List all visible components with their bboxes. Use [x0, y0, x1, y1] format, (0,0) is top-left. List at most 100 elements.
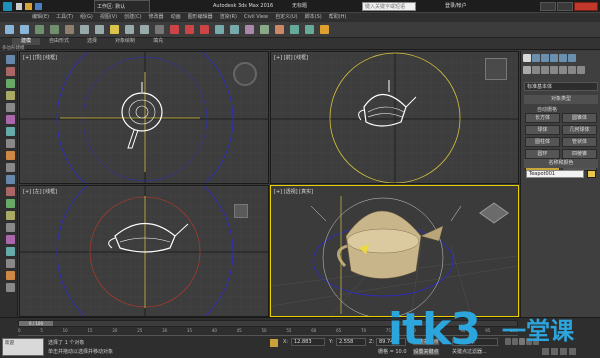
select-rotate-icon[interactable] [125, 25, 134, 34]
viewport-front-label[interactable]: [+] [前] [线框] [274, 54, 308, 61]
pan-icon[interactable] [551, 348, 558, 355]
systems-icon[interactable] [577, 66, 585, 74]
bind-spacewarp-icon[interactable] [65, 25, 74, 34]
object-name-input[interactable]: Teapot001 [526, 170, 584, 178]
menu-item-1[interactable]: 工具(T) [54, 13, 75, 22]
maxscript-listener[interactable]: 欢迎 [2, 338, 44, 356]
viewport-front[interactable]: [+] [前] [线框] [270, 51, 519, 184]
ribbon-tab-0[interactable]: 建模 [12, 38, 41, 45]
tool-1-icon[interactable] [6, 55, 15, 64]
viewcube-top[interactable] [233, 62, 257, 86]
tool-9-icon[interactable] [6, 151, 15, 160]
viewcube-front[interactable] [485, 58, 507, 80]
primitive-button-3[interactable]: 几何球体 [562, 125, 597, 135]
primitive-button-1[interactable]: 圆锥体 [562, 113, 597, 123]
qat-new-icon[interactable] [16, 3, 22, 10]
display-tab-icon[interactable] [559, 54, 567, 62]
tool-13-icon[interactable] [6, 199, 15, 208]
viewport-top-label[interactable]: [+] [顶] [线框] [23, 54, 57, 61]
primitive-button-2[interactable]: 球体 [525, 125, 560, 135]
rollout-object-type-header[interactable]: 对象类型 [524, 95, 598, 104]
menu-item-12[interactable]: 帮助(H) [327, 13, 349, 22]
tool-10-icon[interactable] [6, 163, 15, 172]
menu-item-7[interactable]: 图形编辑器 [186, 13, 215, 22]
menu-item-8[interactable]: 渲染(R) [218, 13, 239, 22]
unlink-icon[interactable] [50, 25, 59, 34]
user-login[interactable]: 登录/帐户 [445, 0, 480, 13]
ribbon-tab-1[interactable]: 自由形式 [40, 38, 78, 45]
viewport-perspective[interactable]: [+] [透视] [真实] [270, 185, 519, 317]
maximize-viewport-icon[interactable] [569, 348, 576, 355]
menu-item-2[interactable]: 组(G) [78, 13, 95, 22]
tool-7-icon[interactable] [6, 127, 15, 136]
hierarchy-tab-icon[interactable] [541, 54, 549, 62]
primitive-button-5[interactable]: 管状体 [562, 137, 597, 147]
primitive-button-4[interactable]: 圆柱体 [525, 137, 560, 147]
curve-editor-icon[interactable] [260, 25, 269, 34]
zoom-icon[interactable] [542, 348, 549, 355]
coord-x-field[interactable]: 12.883 [291, 338, 325, 346]
menu-item-4[interactable]: 创建(C) [122, 13, 143, 22]
select-move-icon[interactable] [110, 25, 119, 34]
viewport-left[interactable]: [+] [左] [线框] [19, 185, 269, 317]
select-region-icon[interactable] [95, 25, 104, 34]
coord-y-field[interactable]: 2.558 [336, 338, 366, 346]
minimize-button[interactable] [540, 2, 556, 11]
mirror-icon[interactable] [215, 25, 224, 34]
tool-16-icon[interactable] [6, 235, 15, 244]
layer-manager-icon[interactable] [245, 25, 254, 34]
time-slider-thumb[interactable]: 0 / 100 [19, 321, 53, 326]
workspace-selector[interactable]: 工作区: 默认 [94, 0, 150, 13]
menu-item-9[interactable]: Civil View [242, 13, 270, 22]
render-frame-icon[interactable] [305, 25, 314, 34]
tool-15-icon[interactable] [6, 223, 15, 232]
primitive-button-0[interactable]: 长方体 [525, 113, 560, 123]
utilities-tab-icon[interactable] [568, 54, 576, 62]
undo-icon[interactable] [5, 25, 14, 34]
geometry-icon[interactable] [523, 66, 531, 74]
ribbon-tab-4[interactable]: 填充 [144, 38, 172, 45]
redo-icon[interactable] [20, 25, 29, 34]
cameras-icon[interactable] [550, 66, 558, 74]
object-color-swatch[interactable] [587, 170, 596, 178]
select-scale-icon[interactable] [140, 25, 149, 34]
select-link-icon[interactable] [35, 25, 44, 34]
percent-snap-icon[interactable] [200, 25, 209, 34]
create-tab-icon[interactable] [523, 54, 531, 62]
menu-item-10[interactable]: 自定义(U) [273, 13, 300, 22]
menu-item-6[interactable]: 动画 [169, 13, 183, 22]
qat-save-icon[interactable] [35, 3, 42, 10]
rollout-name-color-header[interactable]: 名称和颜色 [524, 159, 598, 168]
app-logo-icon[interactable] [3, 2, 12, 11]
viewport-perspective-label[interactable]: [+] [透视] [真实] [274, 188, 313, 195]
autogrid-checkbox[interactable]: 自动栅格 [537, 106, 557, 113]
maximize-button[interactable] [557, 2, 573, 11]
snap-toggle-icon[interactable] [170, 25, 179, 34]
viewport-left-label[interactable]: [+] [左] [线框] [23, 188, 57, 195]
close-button[interactable] [574, 2, 598, 11]
primitive-button-6[interactable]: 圆环 [525, 149, 560, 159]
tool-12-icon[interactable] [6, 187, 15, 196]
motion-tab-icon[interactable] [550, 54, 558, 62]
angle-snap-icon[interactable] [185, 25, 194, 34]
ribbon-tab-3[interactable]: 对象绘制 [106, 38, 144, 45]
menu-item-11[interactable]: 脚本(S) [303, 13, 324, 22]
primitive-type-dropdown[interactable]: 标准基本体 [524, 82, 598, 91]
primitive-button-7[interactable]: 四棱锥 [562, 149, 597, 159]
material-editor-icon[interactable] [275, 25, 284, 34]
lock-selection-icon[interactable] [270, 339, 278, 347]
viewport-top[interactable]: [+] [顶] [线框] [19, 51, 269, 184]
qat-open-icon[interactable] [25, 3, 32, 10]
helpers-icon[interactable] [559, 66, 567, 74]
viewcube-left[interactable] [234, 204, 248, 218]
tool-18-icon[interactable] [6, 259, 15, 268]
tool-14-icon[interactable] [6, 211, 15, 220]
tool-17-icon[interactable] [6, 247, 15, 256]
align-icon[interactable] [230, 25, 239, 34]
select-object-icon[interactable] [80, 25, 89, 34]
lights-icon[interactable] [541, 66, 549, 74]
tool-6-icon[interactable] [6, 115, 15, 124]
tool-11-icon[interactable] [6, 175, 15, 184]
orbit-icon[interactable] [560, 348, 567, 355]
tool-2-icon[interactable] [6, 67, 15, 76]
